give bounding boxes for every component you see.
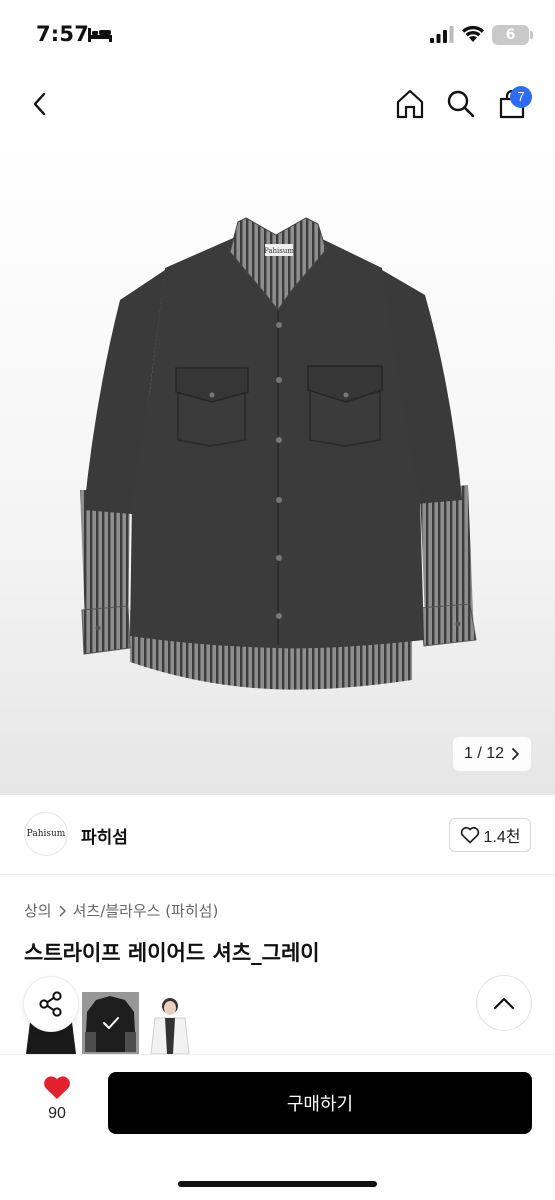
checkmark-icon — [102, 1017, 119, 1029]
chevron-left-icon — [33, 92, 46, 116]
product-image: Pahisum — [80, 217, 477, 690]
chevron-right-icon — [512, 748, 519, 760]
product-image-gallery[interactable]: Pahisum — [0, 140, 555, 795]
share-icon — [39, 991, 62, 1017]
scroll-to-top-button[interactable] — [476, 975, 532, 1031]
buy-button[interactable]: 구매하기 — [108, 1072, 532, 1134]
home-icon — [396, 89, 424, 119]
cart-badge: 7 — [510, 86, 532, 108]
share-button[interactable] — [23, 976, 79, 1032]
heart-filled-icon — [44, 1076, 70, 1099]
image-page-counter[interactable]: 1 / 12 — [453, 737, 531, 771]
wifi-icon — [462, 25, 484, 42]
like-button[interactable]: 90 — [30, 1074, 84, 1134]
brand-like-button[interactable]: 1.4천 — [449, 818, 531, 852]
heart-outline-icon — [460, 826, 479, 844]
thumbnail-image — [143, 992, 197, 1054]
shirt-label-text: Pahisum — [264, 247, 294, 255]
status-time: 7:57 — [36, 22, 90, 46]
variant-thumbnail-model[interactable] — [143, 992, 197, 1054]
battery-tip — [530, 31, 533, 39]
selected-overlay — [82, 992, 139, 1054]
signal-icon — [430, 26, 454, 43]
brand-row: Pahisum 파히섬 1.4천 — [0, 795, 555, 875]
variant-thumbnail-gray[interactable] — [82, 992, 139, 1054]
chevron-up-icon — [493, 997, 515, 1010]
search-icon — [447, 90, 475, 118]
breadcrumb: 상의 셔츠/블라우스 (파히섬) — [24, 900, 218, 921]
back-button[interactable] — [20, 84, 60, 124]
top-nav — [0, 70, 555, 140]
home-button[interactable] — [390, 84, 430, 124]
brand-logo[interactable]: Pahisum — [24, 812, 68, 856]
battery-icon: 6 — [492, 25, 529, 45]
image-counter-text: 1 / 12 — [463, 745, 505, 762]
search-button[interactable] — [441, 84, 481, 124]
like-count: 90 — [48, 1105, 66, 1122]
chevron-right-icon — [59, 905, 66, 916]
brand-like-count: 1.4천 — [483, 829, 521, 846]
bed-icon — [88, 28, 112, 42]
status-bar: 7:57 6 — [0, 0, 555, 70]
breadcrumb-item[interactable]: 셔츠/블라우스 (파히섬) — [73, 900, 219, 921]
home-indicator — [178, 1181, 377, 1187]
brand-name[interactable]: 파히섬 — [81, 823, 128, 848]
breadcrumb-item[interactable]: 상의 — [24, 900, 52, 921]
product-title: 스트라이프 레이어드 셔츠_그레이 — [24, 941, 320, 965]
